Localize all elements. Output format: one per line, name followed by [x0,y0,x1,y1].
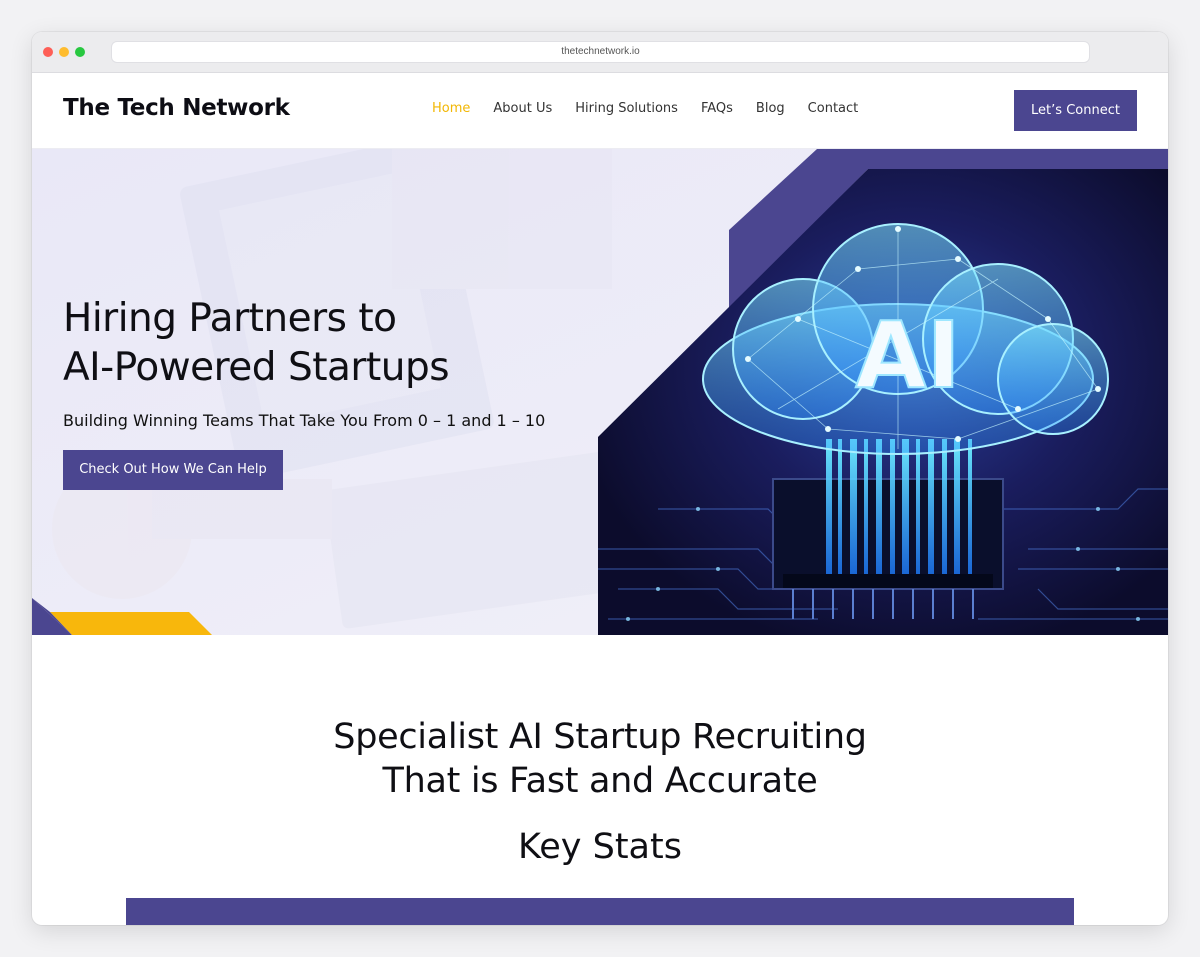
nav-item-home[interactable]: Home [432,101,470,121]
nav-item-about-us[interactable]: About Us [493,101,552,121]
section-title: Specialist AI Startup Recruiting That is… [32,715,1168,803]
section-title-line2: That is Fast and Accurate [382,761,818,801]
lets-connect-button[interactable]: Let’s Connect [1014,90,1137,131]
nav-item-faqs[interactable]: FAQs [701,101,733,121]
browser-window: thetechnetwork.io The Tech Network Home … [32,32,1168,925]
hero-title: Hiring Partners to AI-Powered Startups [63,294,583,392]
maximize-window-icon[interactable] [75,47,85,57]
nav-item-hiring-solutions[interactable]: Hiring Solutions [575,101,678,121]
check-out-how-we-can-help-button[interactable]: Check Out How We Can Help [63,450,283,490]
address-bar[interactable]: thetechnetwork.io [111,41,1090,63]
nav-item-contact[interactable]: Contact [808,101,859,121]
section-title-line1: Specialist AI Startup Recruiting [333,717,867,757]
ai-cloud-chip-image: AI [598,149,1168,635]
ai-cloud-label: AI [855,302,960,409]
main-nav: Home About Us Hiring Solutions FAQs Blog… [432,101,881,121]
key-stats-heading: Key Stats [518,827,682,867]
key-stats-panel [126,898,1074,925]
nav-item-blog[interactable]: Blog [756,101,785,121]
close-window-icon[interactable] [43,47,53,57]
hero-subtitle: Building Winning Teams That Take You Fro… [63,411,546,430]
site-logo[interactable]: The Tech Network [63,95,290,121]
site-header: The Tech Network Home About Us Hiring So… [32,73,1168,149]
hero-title-line1: Hiring Partners to [63,296,397,341]
hero-title-line2: AI-Powered Startups [63,345,450,390]
hero-section: Hiring Partners to AI-Powered Startups B… [32,149,1168,635]
minimize-window-icon[interactable] [59,47,69,57]
browser-chrome: thetechnetwork.io [32,32,1168,73]
